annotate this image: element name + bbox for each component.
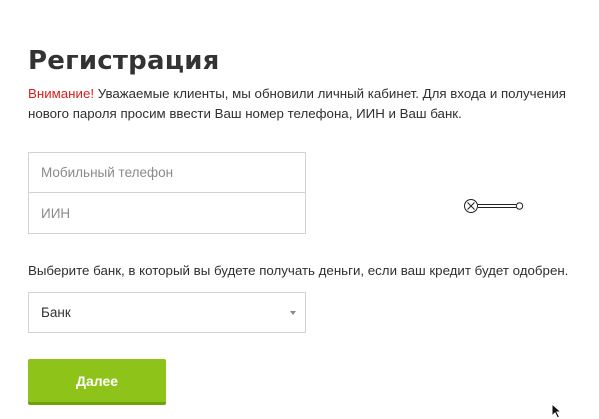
iin-input[interactable] — [28, 192, 306, 234]
bank-select-value: Банк — [41, 305, 71, 320]
bank-hint-text: Выберите банк, в который вы будете получ… — [28, 263, 569, 278]
bank-select[interactable]: Банк — [28, 292, 306, 333]
warning-label: Внимание! — [28, 86, 95, 101]
page-title: Регистрация — [28, 46, 220, 77]
dropdown-arrow-icon — [290, 311, 296, 315]
next-button[interactable]: Далее — [28, 359, 166, 405]
phone-input[interactable] — [28, 152, 306, 193]
notice-message: Уважаемые клиенты, мы обновили личный ка… — [28, 86, 566, 121]
notice-text: Внимание! Уважаемые клиенты, мы обновили… — [28, 84, 588, 124]
cancel-connector-icon — [464, 199, 524, 213]
mouse-pointer-icon — [551, 403, 563, 419]
